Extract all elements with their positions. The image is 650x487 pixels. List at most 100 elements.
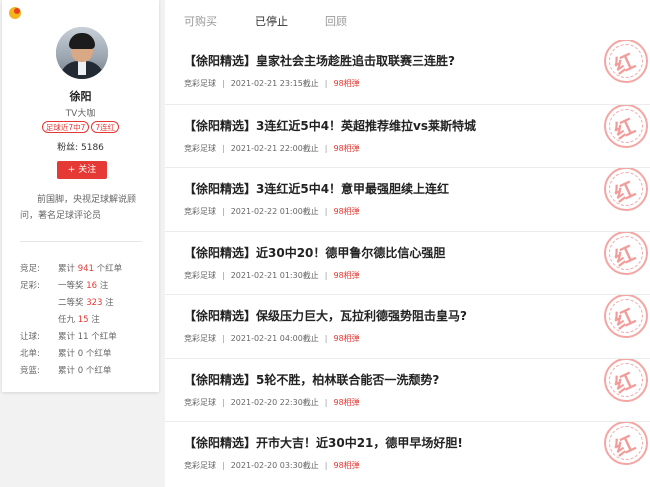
meta-separator: | bbox=[324, 397, 328, 407]
plan-deadline: 2021-02-20 03:30截止 bbox=[230, 461, 319, 470]
stat-label: 竞足: bbox=[20, 264, 40, 274]
plan-title[interactable]: 【徐阳精选】皇家社会主场趁胜追击取联赛三连胜? bbox=[184, 52, 455, 69]
plan-category: 竞彩足球 bbox=[184, 270, 216, 280]
plan-price: 98相弹 bbox=[333, 207, 360, 216]
plan-title[interactable]: 【徐阳精选】保级压力巨大，瓦拉利德强势阻击皇马? bbox=[184, 307, 467, 324]
fans-count: 粉丝: 5186 bbox=[2, 140, 159, 153]
plan-price: 98相弹 bbox=[333, 397, 360, 407]
tab-review[interactable]: 回顾 bbox=[325, 13, 347, 29]
plan-deadline: 2021-02-21 04:00截止 bbox=[230, 334, 319, 343]
expert-name: 徐阳 bbox=[69, 90, 92, 103]
meta-separator: | bbox=[222, 461, 225, 470]
meta-separator: | bbox=[222, 143, 225, 153]
plan-category: 竞彩足球 bbox=[184, 397, 216, 407]
plan-item[interactable]: 【徐阳精选】3连红近5中4！英超推荐维拉vs莱斯特城 竞彩足球 | 2021-02-2… bbox=[165, 103, 650, 168]
tab-stopped[interactable]: 已停止 bbox=[255, 13, 288, 29]
expert-intro: 前国脚，央视足球解说顾问，著名足球评论员 bbox=[20, 195, 137, 221]
stat-row: 足彩: 一等奖 16 注 bbox=[2, 279, 159, 291]
plan-list-panel: 可购买 已停止 回顾 【徐阳精选】皇家社会主场趁胜追击取联赛三连胜? 竞彩足球 | 2… bbox=[165, 0, 650, 487]
stat-prefix: 任九 bbox=[58, 315, 78, 325]
plan-price: 98相弹 bbox=[333, 79, 360, 88]
plan-title[interactable]: 【徐阳精选】3连红近5中4！英超推荐维拉vs莱斯特城 bbox=[184, 117, 476, 134]
expert-title: TV大咖 bbox=[65, 109, 96, 119]
stat-suffix: 个红单 bbox=[83, 366, 112, 376]
stat-row: 二等奖 323 注 bbox=[2, 296, 159, 308]
stat-row: 北单: 累计 0 个红单 bbox=[2, 347, 159, 359]
stat-prefix: 一等奖 bbox=[58, 281, 87, 291]
stat-number: 323 bbox=[86, 298, 103, 308]
plan-category: 竞彩足球 bbox=[184, 461, 216, 470]
stat-number: 941 bbox=[77, 264, 94, 274]
plan-price: 98相弹 bbox=[333, 334, 360, 343]
plan-category: 竞彩足球 bbox=[184, 334, 216, 343]
streak-badge: 足球近7中7 bbox=[41, 121, 90, 133]
win-stamp-icon: 红 bbox=[602, 422, 650, 480]
meta-separator: | bbox=[222, 207, 225, 216]
stat-number: 15 bbox=[77, 315, 89, 325]
plan-category: 竞彩足球 bbox=[184, 207, 216, 216]
stat-number: 16 bbox=[86, 281, 98, 291]
plan-deadline: 2021-02-22 01:00截止 bbox=[230, 207, 319, 216]
stat-suffix: 注 bbox=[88, 315, 100, 325]
plan-meta: 竞彩足球 | 2021-02-21 01:30截止 | 98相弹 bbox=[184, 270, 360, 281]
stat-number: 11 bbox=[77, 332, 89, 342]
plan-item[interactable]: 【徐阳精选】保级压力巨大，瓦拉利德强势阻击皇马? 竞彩足球 | 2021-02-21 … bbox=[165, 294, 650, 358]
stat-prefix: 累计 bbox=[58, 264, 78, 274]
win-stamp-icon: 红 bbox=[602, 295, 650, 353]
win-stamp-icon: 红 bbox=[602, 358, 650, 417]
plan-title[interactable]: 【徐阳精选】开市大吉！近30中21，德甲早场好胆! bbox=[184, 434, 463, 451]
stat-suffix: 注 bbox=[97, 281, 109, 291]
stat-prefix: 二等奖 bbox=[58, 298, 87, 308]
plan-price: 98相弹 bbox=[333, 143, 360, 153]
plan-price: 98相弹 bbox=[333, 270, 360, 280]
meta-separator: | bbox=[324, 143, 328, 153]
plan-title[interactable]: 【徐阳精选】近30中20！德甲鲁尔德比信心强胆 bbox=[184, 244, 445, 261]
stat-value: 任九 15 注 bbox=[58, 313, 100, 325]
stat-value: 一等奖 16 注 bbox=[58, 279, 108, 291]
stat-value: 累计 0 个红单 bbox=[58, 347, 111, 359]
stat-row: 竞篮: 累计 0 个红单 bbox=[2, 364, 159, 376]
stat-value: 累计 11 个红单 bbox=[58, 330, 117, 342]
stat-value: 累计 0 个红单 bbox=[58, 364, 111, 376]
plan-list: 【徐阳精选】皇家社会主场趁胜追击取联赛三连胜? 竞彩足球 | 2021-02-21 2… bbox=[165, 40, 650, 485]
win-stamp-icon: 红 bbox=[602, 40, 650, 98]
plan-item[interactable]: 【徐阳精选】3连红近5中4！意甲最强胆续上连红竞彩足球 | 2021-02-22 0… bbox=[165, 167, 650, 231]
fans-label: 粉丝: bbox=[57, 143, 79, 153]
plan-title[interactable]: 【徐阳精选】5轮不胜，柏林联合能否一洗颓势? bbox=[184, 371, 439, 388]
stat-value: 二等奖 323 注 bbox=[58, 296, 114, 308]
stat-suffix: 个红单 bbox=[83, 349, 112, 359]
stat-prefix: 累计 bbox=[58, 349, 78, 359]
follow-button[interactable]: + 关注 bbox=[57, 161, 107, 179]
stat-label: 让球: bbox=[20, 332, 40, 342]
avatar[interactable] bbox=[56, 27, 108, 79]
meta-separator: | bbox=[222, 270, 225, 280]
win-stamp-icon: 红 bbox=[602, 231, 650, 290]
stat-row: 让球: 累计 11 个红单 bbox=[2, 330, 159, 342]
win-stamp-icon: 红 bbox=[602, 168, 650, 226]
expert-profile-card: 徐阳 TV大咖 足球近7中7 7连红 粉丝: 5186 + 关注 前国脚，央视足… bbox=[2, 0, 159, 392]
divider bbox=[20, 241, 142, 242]
meta-separator: | bbox=[324, 207, 328, 216]
plan-deadline: 2021-02-20 22:30截止 bbox=[230, 397, 319, 407]
site-logo-icon bbox=[9, 7, 21, 19]
plan-item[interactable]: 【徐阳精选】皇家社会主场趁胜追击取联赛三连胜? 竞彩足球 | 2021-02-21 2… bbox=[165, 40, 650, 104]
stat-suffix: 个红单 bbox=[88, 332, 117, 342]
expert-badges: 足球近7中7 7连红 bbox=[2, 121, 159, 133]
meta-separator: | bbox=[222, 334, 225, 343]
plan-meta: 竞彩足球 | 2021-02-21 04:00截止 | 98相弹 bbox=[184, 333, 360, 344]
plan-item[interactable]: 【徐阳精选】开市大吉！近30中21，德甲早场好胆! 竞彩足球 | 2021-02-20… bbox=[165, 421, 650, 485]
meta-separator: | bbox=[324, 334, 328, 343]
stat-prefix: 累计 bbox=[58, 366, 78, 376]
plan-meta: 竞彩足球 | 2021-02-20 03:30截止 | 98相弹 bbox=[184, 460, 360, 471]
plan-category: 竞彩足球 bbox=[184, 79, 216, 88]
tab-available[interactable]: 可购买 bbox=[184, 13, 217, 29]
plan-deadline: 2021-02-21 01:30截止 bbox=[230, 270, 319, 280]
meta-separator: | bbox=[324, 461, 328, 470]
plan-title[interactable]: 【徐阳精选】3连红近5中4！意甲最强胆续上连红 bbox=[184, 180, 449, 197]
tab-bar: 可购买 已停止 回顾 bbox=[165, 0, 650, 40]
plan-item[interactable]: 【徐阳精选】近30中20！德甲鲁尔德比信心强胆竞彩足球 | 2021-02-21 0… bbox=[165, 230, 650, 295]
plan-category: 竞彩足球 bbox=[184, 143, 216, 153]
streak-badge: 7连红 bbox=[91, 121, 120, 133]
stat-value: 累计 941 个红单 bbox=[58, 262, 122, 274]
plan-item[interactable]: 【徐阳精选】5轮不胜，柏林联合能否一洗颓势? 竞彩足球 | 2021-02-20 22… bbox=[165, 357, 650, 422]
